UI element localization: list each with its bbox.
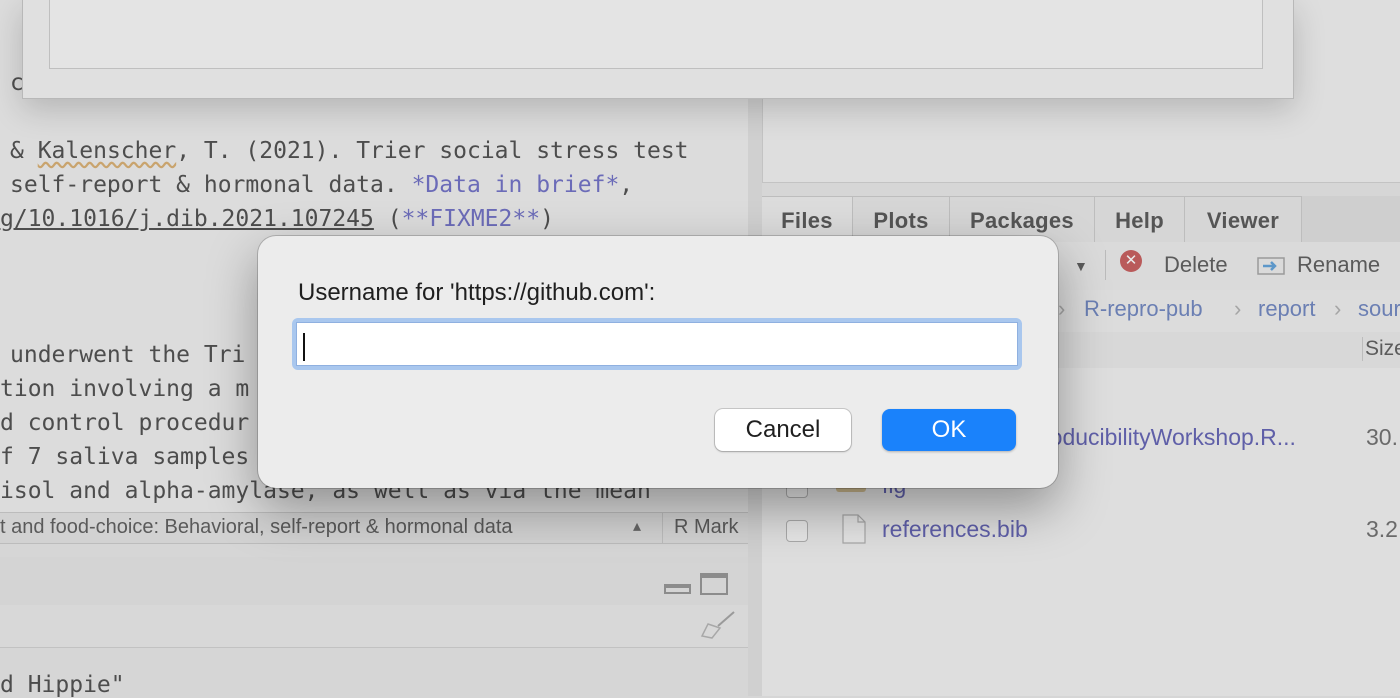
file-type-label[interactable]: R Mark [674, 516, 738, 539]
file-size: 3.2 [1366, 516, 1398, 542]
console-toolbar [0, 605, 748, 648]
console-output: d Hippie" [0, 672, 125, 698]
background-sheet-window [22, 0, 1294, 99]
editor-line: g/10.1016/j.dib.2021.107245 (**FIXME2**) [0, 206, 554, 232]
dialog-prompt: Username for 'https://github.com': [298, 279, 656, 306]
delete-button[interactable]: Delete [1164, 252, 1228, 278]
size-column-header[interactable]: Size [1362, 337, 1400, 361]
editor-status-bar: t and food-choice: Behavioral, self-repo… [0, 512, 748, 544]
editor-line: self-report & hormonal data. *Data in br… [10, 172, 634, 198]
file-name[interactable]: roducibilityWorkshop.R... [1042, 424, 1296, 451]
breadcrumb-item[interactable]: sour [1358, 296, 1400, 322]
editor-line: & Kalenscher, T. (2021). Trier social st… [10, 138, 689, 164]
username-input-focus-ring [292, 318, 1022, 370]
cancel-button[interactable]: Cancel [715, 409, 851, 451]
breadcrumb-item[interactable]: R-repro-pub [1084, 296, 1203, 322]
maximize-pane-icon[interactable] [700, 573, 728, 595]
tab-viewer[interactable]: Viewer [1185, 196, 1302, 243]
minimize-pane-icon[interactable] [664, 584, 691, 594]
document-icon [842, 514, 866, 544]
breadcrumb-item[interactable]: report [1258, 296, 1315, 322]
console-header [0, 557, 748, 606]
rename-button[interactable]: Rename [1297, 252, 1380, 278]
ok-button[interactable]: OK [882, 409, 1016, 451]
editor-line: d control procedur [0, 410, 250, 436]
dropdown-arrow-icon[interactable]: ▼ [1074, 258, 1088, 274]
list-item[interactable]: references.bib 3.2 [762, 510, 1400, 554]
up-down-arrows-icon[interactable]: ▴︎ [633, 516, 641, 536]
editor-line: tion involving a m [0, 376, 250, 402]
editor-line: f 7 saliva samples [0, 444, 250, 470]
broom-clear-icon[interactable] [700, 610, 736, 640]
editor-line: underwent the Tri [10, 342, 246, 368]
row-checkbox[interactable] [786, 520, 808, 542]
tab-help[interactable]: Help [1095, 196, 1185, 243]
credential-dialog: Username for 'https://github.com': Cance… [258, 236, 1058, 488]
text-caret [303, 333, 305, 361]
file-size: 30. [1366, 424, 1398, 450]
file-name[interactable]: references.bib [882, 516, 1028, 543]
rename-icon[interactable] [1257, 254, 1287, 278]
delete-icon[interactable]: ✕ [1120, 250, 1142, 272]
username-input[interactable] [296, 322, 1018, 366]
sheet-content-area [49, 0, 1263, 69]
document-outline-label[interactable]: t and food-choice: Behavioral, self-repo… [0, 516, 513, 539]
